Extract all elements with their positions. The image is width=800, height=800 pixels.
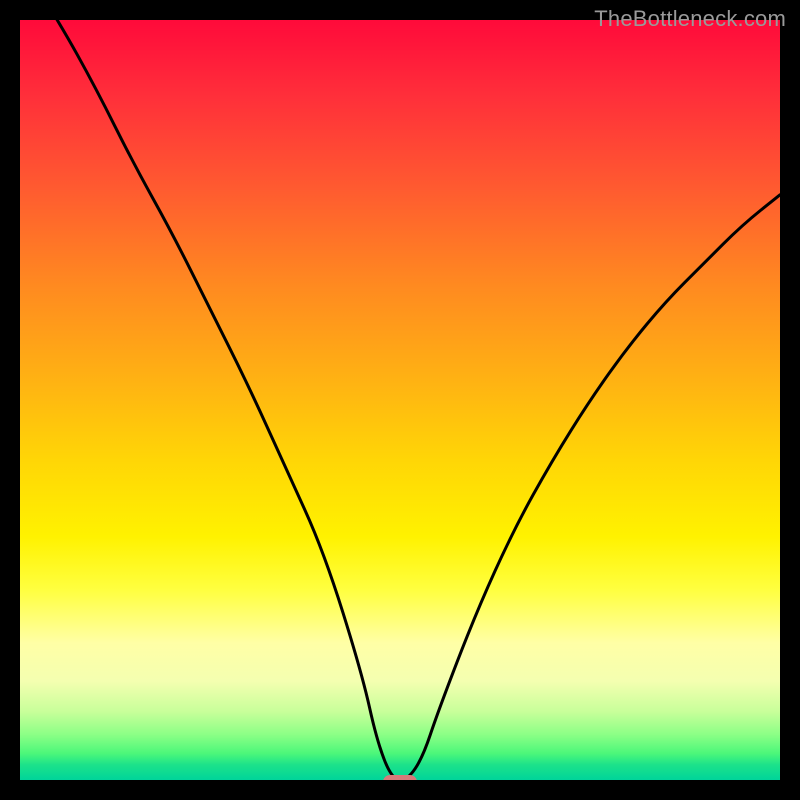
bottleneck-curve	[20, 20, 780, 780]
optimal-marker	[383, 775, 417, 780]
chart-frame: TheBottleneck.com	[0, 0, 800, 800]
plot-area	[20, 20, 780, 780]
watermark-text: TheBottleneck.com	[594, 6, 786, 32]
